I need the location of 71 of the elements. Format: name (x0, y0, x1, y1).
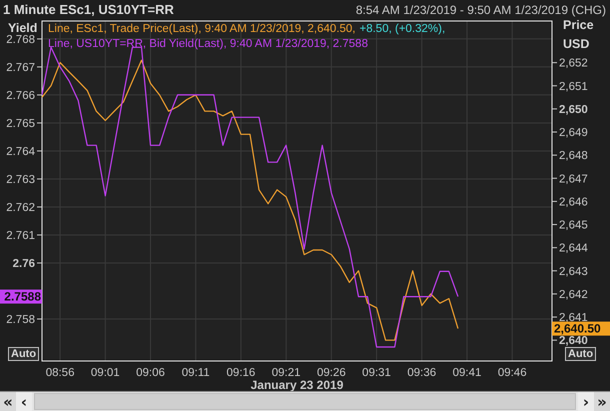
y-tick-label: 2,645 (552, 220, 588, 232)
y-tick-label: 2.762 (6, 202, 42, 214)
y-axis-title: Price USD (563, 17, 595, 54)
y-tick-label: 2,652 (552, 58, 588, 70)
y-tick-label: 2.765 (6, 118, 35, 130)
y-tick-label: 2,643 (552, 266, 588, 278)
y-tick-label: 2.764 (6, 146, 42, 158)
y-tick-label: 2.764 (6, 146, 36, 158)
x-tick-label: 09:01 (90, 367, 120, 380)
y-tick-label: 2.765 (6, 118, 42, 130)
y2-tick-label: 2,649 (559, 128, 588, 140)
y2-tick-label: 2,640 (559, 336, 588, 348)
scrollbar-thumb[interactable] (34, 393, 576, 410)
scroll-button[interactable]: ‹ (16, 392, 32, 411)
x-tick-label: 09:11 (182, 367, 210, 380)
auto-button[interactable]: Auto (565, 347, 596, 362)
y-tick-label: 2.767 (6, 62, 35, 74)
y2-tick-label: 2,651 (559, 81, 588, 94)
time-range: 8:54 AM 1/23/2019 - 9:50 AM 1/23/2019 (CHG) (356, 2, 606, 17)
y2-tick-label: 2,645 (559, 220, 588, 232)
y-tick-label: 2.768 (6, 34, 35, 46)
x-tick-label: 08:56 (46, 367, 74, 380)
y-tick-label: 2,647 (552, 174, 588, 186)
y-tick-label: 2,642 (552, 289, 588, 302)
y2-tick-label: 2,647 (559, 174, 588, 186)
y-tick-label: 2.76 (12, 258, 35, 270)
y2-tick-label: 2,646 (559, 196, 588, 209)
scroll-button[interactable]: › (578, 392, 594, 411)
y-tick-label: 2.766 (6, 90, 35, 102)
x-tick-label: 09:31 (362, 367, 391, 380)
x-tick-label: 09:41 (452, 367, 482, 380)
y-tick-label: 2,646 (552, 196, 588, 209)
y2-tick-label: 2,642 (559, 289, 588, 302)
y-tick-label: 2.763 (6, 174, 35, 186)
y-tick-label: 2.761 (6, 230, 35, 242)
x-tick-label: 09:16 (226, 367, 256, 380)
y-tick-label: 2.767 (6, 62, 42, 74)
y-tick-label: 2.762 (6, 202, 35, 214)
y-tick-label: 2,651 (552, 81, 588, 94)
x-tick-label: 09:46 (498, 367, 527, 380)
y-axis-title: Yield (8, 20, 38, 36)
x-tick-label: 09:21 (272, 367, 301, 380)
legend-text: +8.50, (+0.32%), (360, 22, 446, 38)
y-tick-label: 2,648 (552, 150, 588, 163)
chart-title: 1 Minute ESc1, US10YT=RR (3, 2, 174, 18)
scroll-button[interactable]: « (0, 392, 16, 411)
y2-tick-label: 2,644 (559, 243, 588, 256)
y-tick-label: 2.758 (6, 314, 42, 326)
y-tick-label: 2.763 (6, 174, 42, 186)
legend-text: Line, US10YT=RR, Bid Yield(Last), 9:40 AM 1/23/2019, 2.7588 (48, 37, 368, 52)
x-tick-label: 09:06 (136, 367, 165, 380)
y2-tick-label: 2,650 (559, 104, 588, 116)
y-tick-label: 2.761 (6, 230, 42, 242)
value-tag: 2,640.50 (552, 322, 610, 336)
y-tick-label: 2.76 (12, 258, 42, 270)
y-tick-label: 2,644 (552, 243, 588, 256)
x-tick-label: 09:26 (316, 367, 346, 380)
y-tick-label: 2.766 (6, 90, 42, 102)
value-tag: 2.7588 (0, 290, 42, 304)
y2-tick-label: 2,652 (559, 58, 588, 70)
y-tick-label: 2,650 (552, 104, 588, 116)
legend-text: Line, ESc1, Trade Price(Last), 9:40 AM 1/23/2019, 2,640.50, (48, 22, 356, 38)
scroll-button[interactable]: » (594, 392, 610, 411)
y-tick-label: 2.768 (6, 34, 42, 46)
y-tick-label: 2,640 (552, 336, 588, 348)
x-tick-label: 09:36 (407, 367, 436, 380)
y-tick-label: 2,649 (552, 128, 588, 140)
y-tick-label: 2.758 (6, 314, 35, 326)
y2-tick-label: 2,648 (559, 150, 588, 163)
auto-button[interactable]: Auto (8, 347, 40, 362)
y2-tick-label: 2,643 (559, 266, 588, 278)
